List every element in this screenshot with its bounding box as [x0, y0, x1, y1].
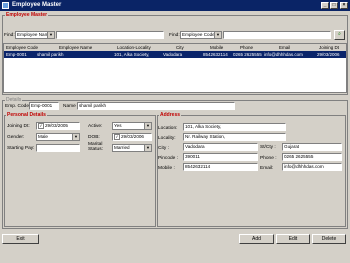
mobile-label: Mobile : [158, 166, 175, 171]
gender-value: Male [38, 134, 48, 139]
dob-picker[interactable]: ✓ 29/03/2006 [112, 133, 152, 141]
starting-pay-label: Starting Pay: [7, 146, 35, 151]
joining-date-value: 29/03/2005 [45, 123, 68, 129]
check-icon: ✓ [38, 123, 44, 129]
window-title: Employee Master [12, 2, 62, 8]
find-field-value-2: Employee Code [182, 32, 215, 37]
column-header-mobile[interactable]: Mobile [210, 45, 223, 50]
minimize-button[interactable]: _ [321, 2, 329, 9]
chevron-down-icon: ▼ [144, 145, 151, 151]
maximize-button[interactable]: □ [330, 2, 338, 9]
chevron-down-icon: ▼ [72, 134, 79, 140]
active-select[interactable]: Yes ▼ [112, 122, 152, 130]
locality-input[interactable]: Nr. Railway Station, [183, 133, 286, 141]
find-field-select-2[interactable]: Employee Code ▼ [180, 31, 222, 39]
column-header-city[interactable]: City [176, 45, 184, 50]
column-header-name[interactable]: Employee Name [59, 45, 92, 50]
address-group [157, 115, 346, 227]
personal-details-group [4, 115, 156, 227]
find-input-1[interactable] [56, 31, 164, 39]
chevron-down-icon: ▼ [144, 123, 151, 129]
email-input[interactable]: info@dhhhdas.com [282, 163, 342, 171]
chevron-down-icon: ▼ [214, 32, 221, 38]
column-header-email[interactable]: Email [279, 45, 290, 50]
find-field-select-1[interactable]: Employee Nam ▼ [15, 31, 55, 39]
exit-button[interactable]: Exit [2, 234, 39, 244]
find-label-2: Find: [169, 33, 180, 38]
state-label: St/Cty : [260, 145, 276, 150]
emp-code-input[interactable]: Emp-0001 [29, 102, 59, 110]
details-label: Details [5, 97, 23, 103]
delete-button[interactable]: Delete [312, 234, 346, 244]
find-field-value-1: Employee Nam [17, 32, 49, 37]
search-button[interactable]: ⌕ [334, 30, 345, 40]
app-icon [2, 2, 9, 9]
gender-label: Gender: [7, 135, 25, 140]
column-header-joining[interactable]: Joining Dt [319, 45, 339, 50]
marital-status-label: Marital Status: [88, 142, 103, 152]
phone-input[interactable]: 0265 2625555 [282, 153, 342, 161]
emp-code-label: Emp. Code [5, 104, 29, 109]
pincode-label: Pincode : [158, 156, 179, 161]
dob-label: DOB: [88, 135, 100, 140]
cell-email: info@dhhhdas.com [264, 52, 303, 57]
window-title-bar: Employee Master _ □ × [0, 0, 350, 11]
pincode-input[interactable]: 390011 [183, 153, 258, 161]
joining-date-label: Joining Dt: [7, 124, 30, 129]
address-label: Address [159, 112, 182, 118]
column-header-location[interactable]: Location-Locality [117, 45, 151, 50]
city-input[interactable]: Vadodara [183, 143, 258, 151]
column-header-code[interactable]: Employee Code [6, 45, 38, 50]
column-header-phone[interactable]: Phone [240, 45, 253, 50]
gender-select[interactable]: Male ▼ [36, 133, 80, 141]
email-label: Email: [260, 166, 274, 171]
joining-date-picker[interactable]: ✓ 29/03/2005 [36, 122, 80, 130]
location-label: Location: [158, 126, 178, 131]
chevron-down-icon: ▼ [47, 32, 54, 38]
edit-button[interactable]: Edit [276, 234, 310, 244]
active-label: Active: [88, 124, 103, 129]
employee-grid[interactable]: Employee Code Employee Name Location-Loc… [3, 43, 347, 93]
location-input[interactable]: 101, Alka Society, [183, 123, 286, 131]
search-icon: ⌕ [338, 31, 341, 37]
city-label: City : [158, 146, 169, 151]
cell-phone: 0265 2625555 [233, 52, 262, 57]
starting-pay-input[interactable] [36, 144, 80, 152]
cell-code: Emp-0001 [6, 52, 27, 57]
employee-master-label: Employee Master [5, 12, 49, 18]
locality-label: Locality: [158, 136, 176, 141]
cell-city: Vadodara [163, 52, 183, 57]
check-icon: ✓ [114, 134, 120, 140]
mobile-input[interactable]: 8542632114 [183, 163, 258, 171]
table-row[interactable]: Emp-0001 shamil parikh 101, Alka Society… [4, 51, 346, 58]
personal-details-label: Personal Details [6, 112, 47, 118]
phone-label: Phone : [260, 156, 277, 161]
active-value: Yes [114, 123, 122, 128]
dob-value: 29/03/2006 [121, 134, 144, 140]
cell-location: 101, Alka Society, [114, 52, 150, 57]
marital-status-select[interactable]: Married ▼ [112, 144, 152, 152]
find-input-2[interactable] [223, 31, 331, 39]
marital-status-value: Married [114, 145, 130, 150]
name-input[interactable]: shamil parikh [77, 102, 235, 110]
cell-mobile: 8542632114 [203, 52, 228, 57]
add-button[interactable]: Add [239, 234, 274, 244]
cell-name: shamil parikh [37, 52, 64, 57]
state-input[interactable]: Gujarat [282, 143, 342, 151]
find-label-1: Find: [4, 33, 15, 38]
name-label: Name [63, 104, 76, 109]
close-button[interactable]: × [340, 2, 348, 9]
cell-joining: 29/03/2006 [317, 52, 340, 57]
